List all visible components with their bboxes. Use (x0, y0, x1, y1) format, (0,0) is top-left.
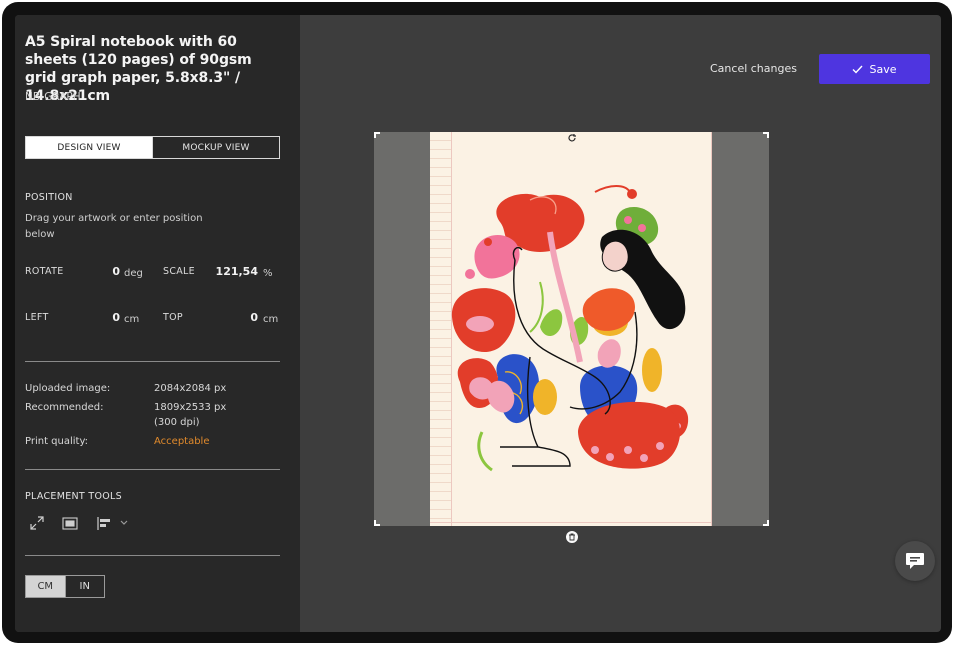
expand-icon[interactable] (28, 515, 46, 531)
delete-handle[interactable] (566, 531, 578, 543)
unit-cm-button[interactable]: CM (26, 576, 65, 597)
left-label: LEFT (25, 312, 49, 323)
rotate-handle[interactable] (566, 132, 578, 144)
chat-button[interactable] (895, 541, 935, 581)
recommended-value: 1809x2533 px (154, 402, 227, 413)
rotate-label: ROTATE (25, 266, 64, 277)
top-unit: cm (263, 314, 279, 325)
save-button[interactable]: Save (819, 54, 930, 84)
app-frame: A5 Spiral notebook with 60 sheets (120 p… (2, 2, 952, 643)
selection-corner[interactable] (763, 520, 769, 526)
left-input[interactable]: 0 (95, 311, 120, 324)
rotate-unit: deg (124, 268, 143, 279)
position-hint: Drag your artwork or enter position belo… (25, 213, 203, 240)
position-heading: POSITION (25, 192, 73, 203)
scale-unit: % (263, 268, 273, 279)
print-quality-value: Acceptable (154, 436, 210, 447)
editor-window: A5 Spiral notebook with 60 sheets (120 p… (15, 15, 941, 632)
design-view-tab[interactable]: DESIGN VIEW (26, 137, 152, 158)
selection-corner[interactable] (374, 520, 380, 526)
divider (25, 361, 280, 362)
divider (25, 555, 280, 556)
left-unit: cm (124, 314, 140, 325)
unit-in-button[interactable]: IN (64, 576, 104, 597)
rotate-icon (568, 134, 576, 142)
fit-icon[interactable] (61, 515, 79, 531)
print-quality-label: Print quality: (25, 436, 89, 447)
design-canvas[interactable] (374, 132, 769, 526)
sidebar: A5 Spiral notebook with 60 sheets (120 p… (15, 15, 300, 632)
notebook-page (430, 132, 712, 526)
mockup-view-tab[interactable]: MOCKUP VIEW (152, 137, 279, 158)
save-label: Save (869, 62, 897, 76)
cancel-changes-button[interactable]: Cancel changes (710, 62, 797, 75)
check-icon (852, 65, 863, 74)
uploaded-image-label: Uploaded image: (25, 383, 111, 394)
scale-label: SCALE (163, 266, 195, 277)
product-sku: NB-GRAPH (25, 91, 81, 103)
recommended-label: Recommended: (25, 402, 104, 413)
top-input[interactable]: 0 (233, 311, 258, 324)
top-label: TOP (163, 312, 183, 323)
chat-icon (906, 553, 924, 569)
scale-input[interactable]: 121,54 (210, 265, 258, 278)
selection-corner[interactable] (374, 132, 380, 138)
recommended-dpi: (300 dpi) (154, 417, 200, 428)
view-toggle: DESIGN VIEW MOCKUP VIEW (25, 136, 280, 159)
rotate-input[interactable]: 0 (95, 265, 120, 278)
artwork-image[interactable] (430, 132, 712, 526)
divider (25, 469, 280, 470)
selection-corner[interactable] (763, 132, 769, 138)
placement-tools-heading: PLACEMENT TOOLS (25, 491, 122, 502)
trash-icon (569, 533, 575, 541)
align-left-icon[interactable] (95, 515, 131, 531)
uploaded-image-value: 2084x2084 px (154, 383, 227, 394)
unit-toggle: CM IN (25, 575, 105, 598)
